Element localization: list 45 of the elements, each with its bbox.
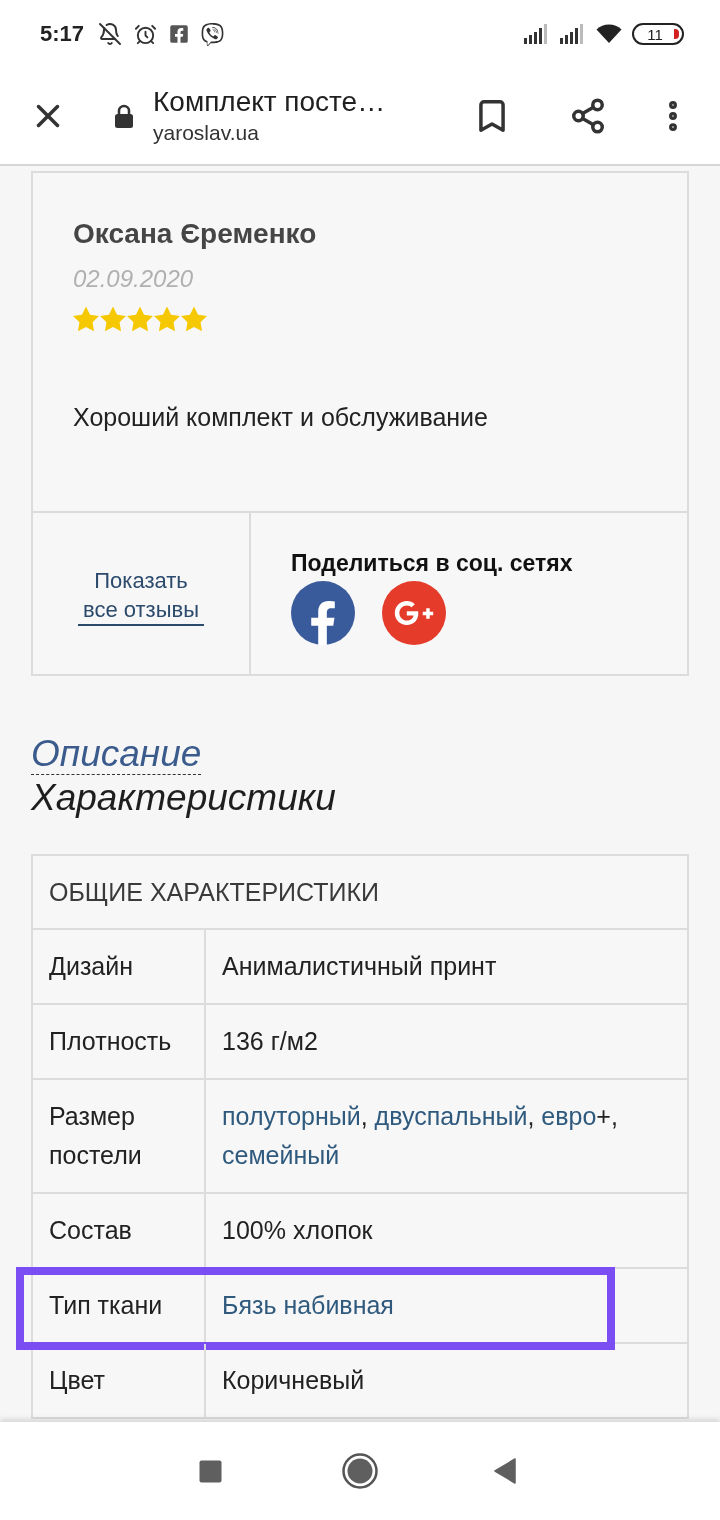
- wifi-icon: [596, 24, 622, 44]
- home-button[interactable]: [342, 1453, 378, 1489]
- spec-value: Коричневый: [221, 1365, 366, 1396]
- spec-label: Дизайн: [33, 930, 206, 1003]
- review-author: Оксана Єременко: [73, 217, 317, 251]
- star-icon: [154, 306, 180, 332]
- star-icon: [100, 306, 126, 332]
- spec-value: 136 г/м2: [221, 1026, 319, 1057]
- tab[interactable]: Описание: [31, 734, 202, 775]
- share-icon[interactable]: [569, 97, 607, 135]
- show-all-reviews-link[interactable]: Показать все отзывы: [78, 565, 204, 626]
- value-link[interactable]: двуспальный: [374, 1102, 528, 1130]
- value-link[interactable]: евро: [541, 1102, 597, 1130]
- spec-label: Состав: [33, 1194, 206, 1267]
- viber-icon: [201, 22, 225, 46]
- status-time: 5:17: [40, 21, 85, 47]
- value-link[interactable]: семейный: [222, 1141, 340, 1169]
- tab[interactable]: Характеристики: [31, 775, 336, 821]
- muted-bell-icon: [98, 22, 123, 46]
- star-icon: [73, 306, 99, 332]
- spec-value: 100% хлопок: [221, 1215, 374, 1246]
- spec-label: Цвет: [33, 1344, 206, 1417]
- spec-value: полуторный, двуспальный, евро+, семейный: [221, 1101, 619, 1171]
- back-button[interactable]: [494, 1458, 516, 1484]
- lock-icon: [114, 104, 134, 128]
- value-link[interactable]: Бязь набивная: [222, 1291, 394, 1319]
- review-text: Хороший комплект и обслуживание: [73, 402, 488, 432]
- page-title: Комплект посте…: [153, 85, 386, 119]
- facebook-icon: [169, 24, 190, 44]
- star-icon: [181, 306, 207, 332]
- spec-label: Плотность: [33, 1005, 206, 1078]
- recent-apps-button[interactable]: [199, 1459, 222, 1483]
- spec-label: Размер постели: [33, 1080, 206, 1192]
- star-icon: [127, 306, 153, 332]
- share-title: Поделиться в соц. сетях: [291, 549, 573, 577]
- alarm-clock-icon: [134, 22, 158, 46]
- signal-icon: [560, 24, 586, 44]
- review-date: 02.09.2020: [73, 264, 194, 294]
- battery-level: 11: [647, 26, 663, 42]
- table-title: ОБЩИЕ ХАРАКТЕРИСТИКИ: [33, 856, 687, 930]
- signal-icon: [524, 24, 550, 44]
- spec-value: Анималистичный принт: [221, 951, 498, 982]
- spec-label: Тип ткани: [33, 1269, 206, 1342]
- value-link[interactable]: полуторный: [222, 1102, 361, 1130]
- page-url: yaroslav.ua: [153, 120, 259, 146]
